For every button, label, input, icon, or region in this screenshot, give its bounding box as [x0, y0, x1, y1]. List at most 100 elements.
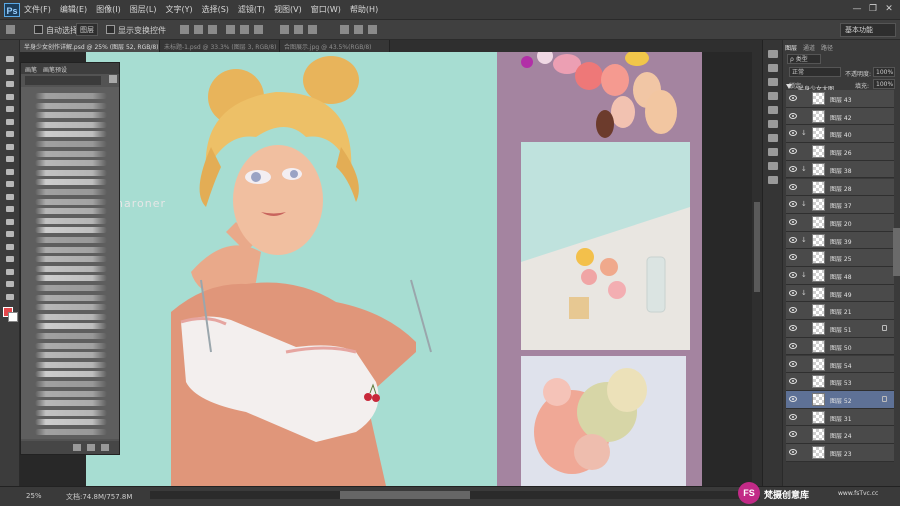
brush-preset[interactable]: [35, 150, 107, 157]
layer-row[interactable]: ↓ 图层 40: [786, 125, 894, 144]
brush-preset[interactable]: [35, 102, 107, 109]
layer-row[interactable]: 图层 31: [786, 408, 894, 427]
layer-row[interactable]: 图层 54: [786, 355, 894, 374]
menu-item-1[interactable]: 编辑(E): [60, 4, 87, 15]
layer-row[interactable]: 图层 21: [786, 302, 894, 321]
panel-toggle-icon[interactable]: [768, 92, 778, 100]
layer-row[interactable]: 图层 23: [786, 444, 894, 462]
eye-icon[interactable]: [789, 148, 797, 155]
zoom-level[interactable]: 25%: [26, 492, 42, 500]
brush-tool-icon[interactable]: [4, 142, 16, 152]
tab-active-document[interactable]: 半身少女创作详解.psd @ 25% (图层 52, RGB/8) *: [20, 40, 163, 52]
tab-channels[interactable]: 通道: [803, 43, 815, 52]
eye-icon[interactable]: [789, 112, 797, 119]
eye-icon[interactable]: [789, 360, 797, 367]
eye-icon[interactable]: [789, 218, 797, 225]
panel-toggle-icon[interactable]: [768, 78, 778, 86]
menu-item-8[interactable]: 窗口(W): [311, 4, 341, 15]
layer-row[interactable]: 图层 43: [786, 90, 894, 108]
layer-row[interactable]: 图层 28: [786, 178, 894, 197]
auto-select-dropdown[interactable]: 图层: [76, 23, 98, 36]
panel-toggle-icon[interactable]: [768, 120, 778, 128]
pen-tool-icon[interactable]: [4, 229, 16, 239]
brush-preset[interactable]: [35, 160, 107, 167]
eye-icon[interactable]: [789, 254, 797, 261]
workspace-dropdown[interactable]: 基本功能: [840, 23, 896, 37]
brush-list[interactable]: [21, 87, 119, 439]
eye-icon[interactable]: [789, 307, 797, 314]
panel-toggle-icon[interactable]: [768, 134, 778, 142]
clone-stamp-tool-icon[interactable]: [4, 154, 16, 164]
zoom-tool-icon[interactable]: [4, 292, 16, 302]
panel-toggle-icon[interactable]: [768, 162, 778, 170]
move-tool-icon[interactable]: [4, 54, 16, 64]
eye-icon[interactable]: [789, 95, 797, 101]
brush-preset[interactable]: [35, 141, 107, 147]
eye-icon[interactable]: [789, 201, 797, 208]
layer-row[interactable]: 图层 50: [786, 337, 894, 356]
eye-icon[interactable]: [789, 449, 797, 455]
eye-icon[interactable]: [789, 183, 797, 190]
layer-row[interactable]: ↓ 图层 37: [786, 196, 894, 214]
brush-preset[interactable]: [35, 304, 107, 311]
blend-mode-dropdown[interactable]: 正常: [789, 67, 841, 77]
eye-icon[interactable]: [789, 165, 797, 172]
new-preset-icon[interactable]: [87, 444, 95, 451]
hand-tool-icon[interactable]: [4, 279, 16, 289]
horizontal-scrollbar[interactable]: [150, 491, 760, 499]
layer-row[interactable]: 图层 42: [786, 107, 894, 126]
menu-item-9[interactable]: 帮助(H): [350, 4, 378, 15]
eye-icon[interactable]: [789, 325, 797, 332]
brush-preset[interactable]: [35, 179, 107, 186]
horizontal-scroll-thumb[interactable]: [340, 491, 470, 499]
brush-preset[interactable]: [35, 93, 107, 99]
brush-preset[interactable]: [35, 121, 107, 128]
menu-item-0[interactable]: 文件(F): [24, 4, 51, 15]
eye-icon[interactable]: [789, 236, 797, 243]
eye-icon[interactable]: [789, 130, 797, 137]
brush-preset[interactable]: [35, 323, 107, 330]
panel-toggle-icon[interactable]: [768, 50, 778, 58]
type-tool-icon[interactable]: [4, 242, 16, 252]
tab-document-2[interactable]: 未标题-1.psd @ 33.3% (图层 3, RGB/8): [160, 40, 280, 52]
brush-preset[interactable]: [35, 313, 107, 320]
eyedropper-tool-icon[interactable]: [4, 117, 16, 127]
distribute-icon-3[interactable]: [308, 25, 317, 34]
eye-icon[interactable]: [789, 378, 797, 385]
brush-size-slider[interactable]: [25, 76, 101, 85]
3d-rotate-icon[interactable]: [354, 25, 363, 34]
brush-preset[interactable]: [35, 189, 107, 195]
menu-item-6[interactable]: 滤镜(T): [238, 4, 265, 15]
layer-row[interactable]: ↓ 图层 38: [786, 160, 894, 179]
brush-preset[interactable]: [35, 227, 107, 234]
brush-preset[interactable]: [35, 285, 107, 291]
lasso-tool-icon[interactable]: [4, 79, 16, 89]
align-middle-icon[interactable]: [194, 25, 203, 34]
eye-icon[interactable]: [789, 272, 797, 278]
brush-preset[interactable]: [35, 265, 107, 272]
opacity-input[interactable]: 100%: [873, 67, 895, 77]
gradient-tool-icon[interactable]: [4, 192, 16, 202]
brush-preset[interactable]: [35, 400, 107, 407]
align-bottom-icon[interactable]: [208, 25, 217, 34]
brush-preset[interactable]: [35, 429, 107, 435]
canvas[interactable]: [86, 52, 702, 486]
eye-icon[interactable]: [789, 431, 797, 438]
tab-layers[interactable]: 图层: [785, 43, 797, 52]
document-size[interactable]: 文档:74.8M/757.8M: [66, 492, 132, 502]
vertical-scroll-thumb[interactable]: [754, 202, 760, 292]
menu-item-3[interactable]: 图层(L): [130, 4, 157, 15]
menu-item-4[interactable]: 文字(Y): [165, 4, 192, 15]
brush-preset[interactable]: [35, 333, 107, 339]
panel-toggle-icon[interactable]: [768, 64, 778, 72]
auto-select-checkbox[interactable]: [34, 25, 43, 34]
layer-row[interactable]: 图层 20: [786, 213, 894, 232]
eraser-tool-icon[interactable]: [4, 179, 16, 189]
layer-row[interactable]: ↓ 图层 49: [786, 284, 894, 303]
eye-icon[interactable]: [789, 342, 797, 349]
brush-preset[interactable]: [35, 390, 107, 397]
blur-tool-icon[interactable]: [4, 204, 16, 214]
brush-preset[interactable]: [35, 208, 107, 215]
menu-item-7[interactable]: 视图(V): [274, 4, 302, 15]
path-select-tool-icon[interactable]: [4, 254, 16, 264]
